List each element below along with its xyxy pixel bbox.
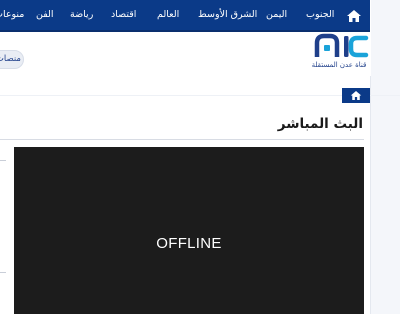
page-title: البث المباشر (277, 116, 363, 132)
logo-mark (314, 33, 369, 58)
nav-item-world[interactable]: العالم (157, 0, 179, 30)
channel-logo[interactable]: قناة عدن المستقلة (306, 32, 372, 76)
left-edge-mark (0, 272, 6, 273)
nav-item-south[interactable]: الجنوب (306, 0, 334, 30)
nav-item-yemen[interactable]: اليمن (266, 0, 287, 30)
nav-item-art[interactable]: الفن (36, 0, 54, 30)
top-navigation-bar: الجنوب اليمن الشرق الأوسط العالم اقتصاد … (0, 0, 400, 32)
breadcrumb-home-button[interactable] (342, 88, 370, 103)
header-separator (0, 95, 400, 96)
right-edge-panel (370, 0, 400, 314)
home-icon[interactable] (346, 8, 362, 22)
logo-caption: قناة عدن المستقلة (311, 61, 367, 69)
nav-item-misc[interactable]: منوعات (0, 0, 24, 30)
player-status-text: OFFLINE (156, 235, 222, 252)
nav-item-sports[interactable]: رياضة (70, 0, 93, 30)
left-edge-mark (0, 160, 6, 161)
nav-item-middle-east[interactable]: الشرق الأوسط (198, 0, 257, 30)
title-divider (0, 139, 364, 140)
nav-item-economy[interactable]: اقتصاد (111, 0, 136, 30)
platforms-pill[interactable]: منصات (0, 50, 24, 69)
home-icon (350, 91, 362, 100)
live-video-player[interactable]: OFFLINE (14, 147, 364, 314)
right-edge-divider (370, 76, 371, 314)
